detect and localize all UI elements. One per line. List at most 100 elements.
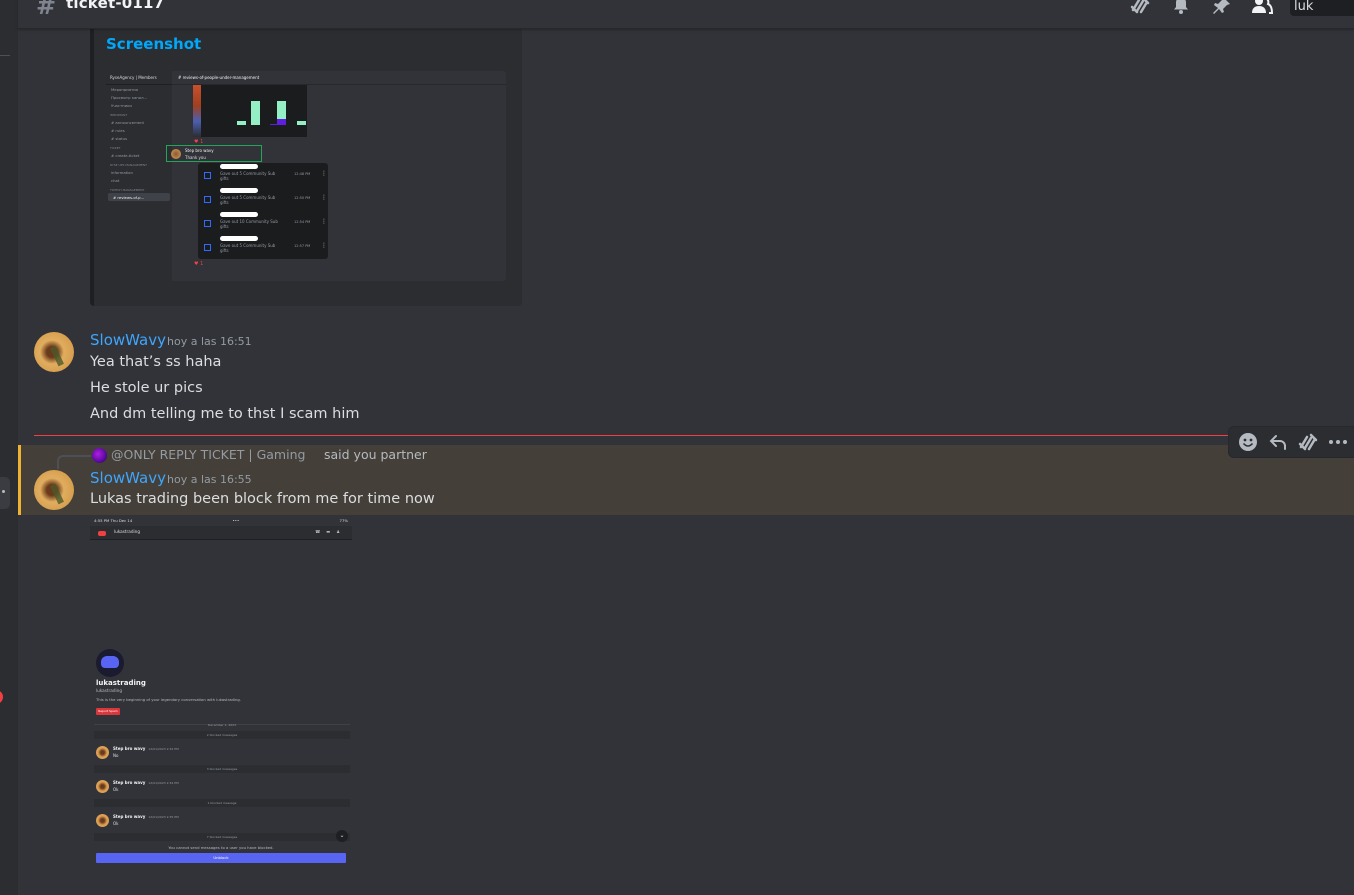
notification-badge: [0, 690, 3, 704]
more-icon: ⋮: [321, 242, 327, 249]
screenshot-gift-row: Gave out 5 Community Sub gifts 12:57 PM ⋮: [198, 235, 328, 259]
gift-icon: [204, 196, 211, 203]
message-text: He stole ur pics: [90, 380, 203, 396]
screenshot-sidebar: RyseAgency | Members Мероприятия Просмот…: [106, 71, 172, 281]
screenshot-gift-row: Gave out 5 Community Sub gifts 12:50 PM ⋮: [198, 187, 328, 211]
phone-author: Step bro wavy 12/01/2023 2:34 PM: [113, 780, 179, 785]
phone-dm-header: lukastrading ☎▬♟: [90, 526, 352, 540]
screenshot-sidebar-item: chat: [111, 178, 120, 183]
phone-avatar: [96, 746, 109, 759]
chevron-down-icon: ⌄: [336, 830, 348, 842]
screenshot-sidebar-item: # create-ticket: [111, 153, 140, 158]
reply-avatar: [92, 448, 107, 463]
gift-time: 12:50 PM: [294, 196, 311, 200]
reply-username[interactable]: @ONLY REPLY TICKET | Gaming: [111, 447, 305, 462]
phone-blocked-bar: 7 blocked messages: [94, 833, 350, 841]
more-icon: ⋮: [321, 194, 327, 201]
screenshot-avatar: [171, 149, 181, 159]
phone-author: Step bro wavy 12/01/2023 2:32 PM: [113, 746, 179, 751]
phone-dots: •••: [232, 518, 240, 523]
reply-icon[interactable]: [1265, 429, 1291, 455]
screenshot-sidebar-category: IMPORTANT: [110, 113, 128, 117]
reply-preview[interactable]: said you partner: [324, 447, 427, 462]
phone-battery: 77%: [339, 518, 348, 523]
screenshot-sidebar-item: # rules: [111, 128, 125, 133]
pin-icon[interactable]: [1210, 0, 1234, 16]
phone-dm-name: lukastrading: [114, 529, 140, 534]
threads-icon[interactable]: [1128, 0, 1152, 16]
screenshot-author: Step bro wavy: [185, 148, 214, 153]
screenshot-chart: [193, 85, 307, 137]
phone-author: Step bro wavy 12/01/2023 2:35 PM: [113, 814, 179, 819]
phone-message: Step bro wavy 12/01/2023 2:32 PM No: [96, 746, 336, 766]
phone-avatar: [96, 814, 109, 827]
username[interactable]: SlowWavy: [90, 331, 166, 349]
screenshot-gift-row: Gave out 5 Community Sub gifts 12:48 PM ⋮: [198, 163, 328, 187]
embed-title-link[interactable]: Screenshot: [106, 35, 201, 53]
screenshot-sidebar-item-active: # reviews-of-p...: [108, 193, 170, 201]
search-input[interactable]: [1290, 0, 1354, 16]
avatar[interactable]: [34, 470, 74, 510]
phone-message-text: Ok: [113, 787, 119, 792]
bell-icon[interactable]: [1169, 0, 1193, 16]
message-toolbar: [1228, 426, 1354, 458]
phone-time: 4:55 PM Thu Dec 14: [94, 518, 133, 523]
reaction-count: 1: [200, 261, 204, 267]
server-sidebar-edge: [0, 0, 18, 895]
phone-cannot-send-text: You cannot send messages to a user you h…: [168, 845, 274, 850]
more-icon[interactable]: [1325, 429, 1351, 455]
gift-time: 12:54 PM: [294, 220, 311, 224]
phone-badge: [98, 531, 106, 536]
screenshot-sidebar-item: Участники: [111, 103, 132, 108]
new-messages-divider: [34, 435, 1354, 436]
screenshot-message-text: Thank you: [185, 155, 206, 160]
screenshot-sidebar-category: TICKET: [110, 146, 121, 150]
screenshot-main: # reviews-of-people-under-management ♥ 1…: [166, 71, 506, 281]
username[interactable]: SlowWavy: [90, 469, 166, 487]
phone-avatar: [96, 780, 109, 793]
screenshot-sidebar-item: # announcement: [111, 120, 145, 125]
image-attachment[interactable]: 4:55 PM Thu Dec 14 ••• 77% lukastrading …: [90, 516, 352, 868]
phone-blocked-bar: 1 blocked message: [94, 799, 350, 807]
gift-time: 12:48 PM: [294, 172, 311, 176]
gift-icon: [204, 172, 211, 179]
screenshot-chart-bar: [251, 101, 260, 125]
phone-profile-name: lukastrading: [96, 679, 146, 687]
collapse-handle[interactable]: [0, 477, 10, 509]
message-list: Lightshot Screenshot RyseAgency | Member…: [18, 16, 1354, 895]
screenshot-chart-bar: [277, 101, 286, 125]
screenshot-sidebar-item: Просмотр канал...: [111, 95, 148, 100]
create-thread-icon[interactable]: [1295, 429, 1321, 455]
gift-text: Gave out 10 Community Sub gifts: [220, 219, 278, 229]
message-text: And dm telling me to thst I scam him: [90, 406, 360, 422]
gift-text: Gave out 5 Community Sub gifts: [220, 195, 276, 205]
phone-message-text: Ok: [113, 821, 119, 826]
channel-title: ticket-0117: [66, 0, 165, 12]
add-reaction-icon[interactable]: [1235, 429, 1261, 455]
embed-image[interactable]: RyseAgency | Members Мероприятия Просмот…: [106, 71, 506, 281]
screenshot-sidebar-category: RYSE UPS MANAGEMENT: [110, 163, 148, 167]
screenshot-gift-row: Gave out 10 Community Sub gifts 12:54 PM ⋮: [198, 211, 328, 235]
screenshot-server-name: RyseAgency | Members: [106, 71, 172, 85]
phone-message: Step bro wavy 12/01/2023 2:34 PM Ok: [96, 780, 336, 800]
screenshot-sidebar-item: # status: [111, 136, 128, 141]
mention-highlighted-message: @ONLY REPLY TICKET | Gaming said you par…: [18, 445, 1354, 515]
phone-message-text: No: [113, 753, 119, 758]
link-embed: Lightshot Screenshot RyseAgency | Member…: [90, 16, 522, 306]
gift-icon: [204, 220, 211, 227]
channel-header: # ticket-0117: [18, 0, 1354, 29]
members-icon[interactable]: [1250, 0, 1274, 16]
phone-blocked-bar: 2 blocked messages: [94, 731, 350, 739]
screenshot-sidebar-item: Мероприятия: [111, 87, 138, 92]
screenshot-gift-list: Gave out 5 Community Sub gifts 12:48 PM ⋮ …: [198, 163, 328, 259]
timestamp: hoy a las 16:55: [167, 473, 252, 486]
phone-report-button: Report Spam: [96, 708, 120, 715]
dot-icon: [2, 490, 5, 493]
screenshot-channel-name: # reviews-of-people-under-management: [172, 71, 506, 85]
message-text: Lukas trading been block from me for tim…: [90, 491, 435, 507]
hash-icon: #: [36, 0, 57, 20]
phone-profile-avatar: [96, 649, 124, 677]
avatar[interactable]: [34, 332, 74, 372]
gift-icon: [204, 244, 211, 251]
phone-header-icons: ☎▬♟: [315, 529, 346, 534]
